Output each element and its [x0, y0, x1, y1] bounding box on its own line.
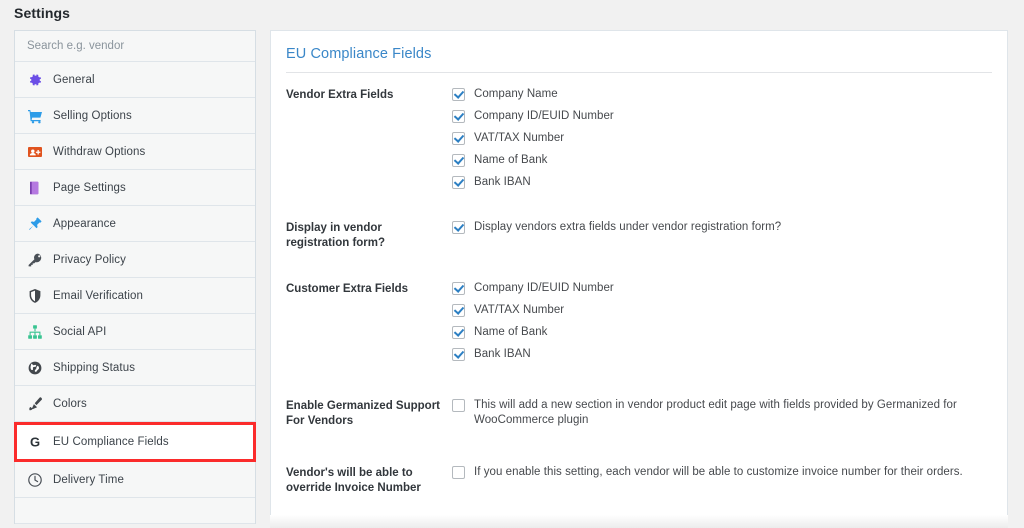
- sidebar-item-label: Privacy Policy: [53, 253, 126, 266]
- sidebar-item-label: Appearance: [53, 217, 117, 230]
- checkbox-label: Display vendors extra fields under vendo…: [474, 221, 782, 233]
- settings-sidebar: General Selling Options Withdraw Options Pa…: [14, 30, 256, 524]
- sidebar-nav-list: General Selling Options Withdraw Options Pa…: [14, 62, 256, 498]
- field-options: Company Name Company ID/EUID Number VAT/TA…: [448, 87, 992, 190]
- field-label: Vendor Extra Fields: [286, 89, 394, 101]
- field-label: Vendor's will be able to override Invoic…: [286, 467, 421, 494]
- checkbox-option[interactable]: Name of Bank: [452, 325, 992, 340]
- checkbox-label: VAT/TAX Number: [474, 132, 565, 144]
- checkbox-checked-icon[interactable]: [452, 326, 465, 339]
- sidebar-search-row[interactable]: [15, 31, 255, 62]
- checkbox-option[interactable]: Company Name: [452, 87, 992, 102]
- checkbox-option[interactable]: Name of Bank: [452, 153, 992, 168]
- field-options: If you enable this setting, each vendor …: [448, 465, 992, 480]
- checkbox-checked-icon[interactable]: [452, 154, 465, 167]
- checkbox-checked-icon[interactable]: [452, 282, 465, 295]
- settings-page: Settings General Selling Options Withdraw …: [0, 0, 1024, 528]
- field-label: Customer Extra Fields: [286, 283, 409, 295]
- checkbox-label: VAT/TAX Number: [474, 304, 565, 316]
- checkbox-label: This will add a new section in vendor pr…: [474, 399, 957, 426]
- checkbox-checked-icon[interactable]: [452, 176, 465, 189]
- sidebar-item-label: Withdraw Options: [53, 145, 146, 158]
- sidebar-item-privacy-policy[interactable]: Privacy Policy: [15, 242, 255, 278]
- settings-field-row: Vendor's will be able to override Invoic…: [286, 465, 992, 496]
- shield-icon: [27, 288, 43, 304]
- sidebar-item-label: Page Settings: [53, 181, 126, 194]
- settings-form: Vendor Extra Fields Company Name Company I…: [271, 73, 1007, 496]
- field-options: Company ID/EUID Number VAT/TAX Number Name…: [448, 281, 992, 362]
- content-panel: EU Compliance Fields Vendor Extra Fields…: [270, 30, 1008, 528]
- sidebar-item-page-settings[interactable]: Page Settings: [15, 170, 255, 206]
- sidebar-item-label: Selling Options: [53, 109, 132, 122]
- field-label: Enable Germanized Support For Vendors: [286, 400, 440, 427]
- field-options: This will add a new section in vendor pr…: [448, 398, 992, 428]
- checkbox-label: Name of Bank: [474, 326, 548, 338]
- globe-icon: [27, 360, 43, 376]
- page-title: Settings: [14, 5, 71, 21]
- checkbox-label: Bank IBAN: [474, 348, 531, 360]
- clock-icon: [27, 472, 43, 488]
- checkbox-checked-icon[interactable]: [452, 348, 465, 361]
- sidebar-item-social-api[interactable]: Social API: [15, 314, 255, 350]
- checkbox-option[interactable]: Bank IBAN: [452, 175, 992, 190]
- checkbox-option[interactable]: VAT/TAX Number: [452, 303, 992, 318]
- sidebar-item-label: EU Compliance Fields: [53, 436, 169, 448]
- checkbox-option[interactable]: Bank IBAN: [452, 347, 992, 362]
- checkbox-label: If you enable this setting, each vendor …: [474, 466, 963, 478]
- sidebar-item-label: Colors: [53, 397, 87, 410]
- search-input[interactable]: [27, 40, 255, 52]
- content-title: EU Compliance Fields: [286, 46, 432, 62]
- key-icon: [27, 252, 43, 268]
- sidebar-item-label: Social API: [53, 325, 107, 338]
- settings-field-row: Vendor Extra Fields Company Name Company I…: [286, 87, 992, 190]
- checkbox-label: Name of Bank: [474, 154, 548, 166]
- checkbox-label: Company ID/EUID Number: [474, 282, 614, 294]
- checkbox-checked-icon[interactable]: [452, 110, 465, 123]
- sidebar-item-label: Shipping Status: [53, 361, 136, 374]
- checkbox-option[interactable]: Company ID/EUID Number: [452, 281, 992, 296]
- sidebar-item-colors[interactable]: Colors: [15, 386, 255, 422]
- checkbox-option[interactable]: If you enable this setting, each vendor …: [452, 465, 992, 480]
- network-icon: [27, 324, 43, 340]
- sidebar-item-withdraw-options[interactable]: Withdraw Options: [15, 134, 255, 170]
- sidebar-item-general[interactable]: General: [15, 62, 255, 98]
- checkbox-checked-icon[interactable]: [452, 221, 465, 234]
- sidebar-item-selling-options[interactable]: Selling Options: [15, 98, 255, 134]
- sidebar-item-appearance[interactable]: Appearance: [15, 206, 255, 242]
- checkbox-label: Company ID/EUID Number: [474, 110, 614, 122]
- settings-field-row: Customer Extra Fields Company ID/EUID Num…: [286, 281, 992, 362]
- checkbox-checked-icon[interactable]: [452, 304, 465, 317]
- checkbox-option[interactable]: This will add a new section in vendor pr…: [452, 398, 992, 428]
- checkbox-unchecked-icon[interactable]: [452, 466, 465, 479]
- sidebar-item-label: General: [53, 73, 95, 86]
- checkbox-option[interactable]: Display vendors extra fields under vendo…: [452, 220, 992, 235]
- sidebar-item-shipping-status[interactable]: Shipping Status: [15, 350, 255, 386]
- sidebar-item-label: Email Verification: [53, 289, 144, 302]
- paintbrush-icon: [27, 396, 43, 412]
- sidebar-item-label: Delivery Time: [53, 473, 124, 486]
- shopping-cart-icon: [27, 108, 43, 124]
- g-letter-icon: G: [27, 434, 43, 450]
- gear-icon: [27, 72, 43, 88]
- settings-field-row: Enable Germanized Support For Vendors Thi…: [286, 398, 992, 429]
- checkbox-option[interactable]: Company ID/EUID Number: [452, 109, 992, 124]
- sidebar-item-delivery-time[interactable]: Delivery Time: [15, 462, 255, 498]
- sidebar-item-eu-compliance-fields[interactable]: G EU Compliance Fields: [14, 422, 256, 462]
- checkbox-checked-icon[interactable]: [452, 132, 465, 145]
- checkbox-checked-icon[interactable]: [452, 88, 465, 101]
- checkbox-unchecked-icon[interactable]: [452, 399, 465, 412]
- checkbox-label: Company Name: [474, 88, 558, 100]
- svg-text:G: G: [30, 435, 40, 450]
- pin-icon: [27, 216, 43, 232]
- settings-field-row: Display in vendor registration form? Disp…: [286, 220, 992, 251]
- field-options: Display vendors extra fields under vendo…: [448, 220, 992, 235]
- checkbox-option[interactable]: VAT/TAX Number: [452, 131, 992, 146]
- withdraw-icon: [27, 144, 43, 160]
- field-label: Display in vendor registration form?: [286, 222, 386, 249]
- checkbox-label: Bank IBAN: [474, 176, 531, 188]
- page-icon: [27, 180, 43, 196]
- sidebar-item-email-verification[interactable]: Email Verification: [15, 278, 255, 314]
- sidebar-filler-row: [15, 498, 255, 524]
